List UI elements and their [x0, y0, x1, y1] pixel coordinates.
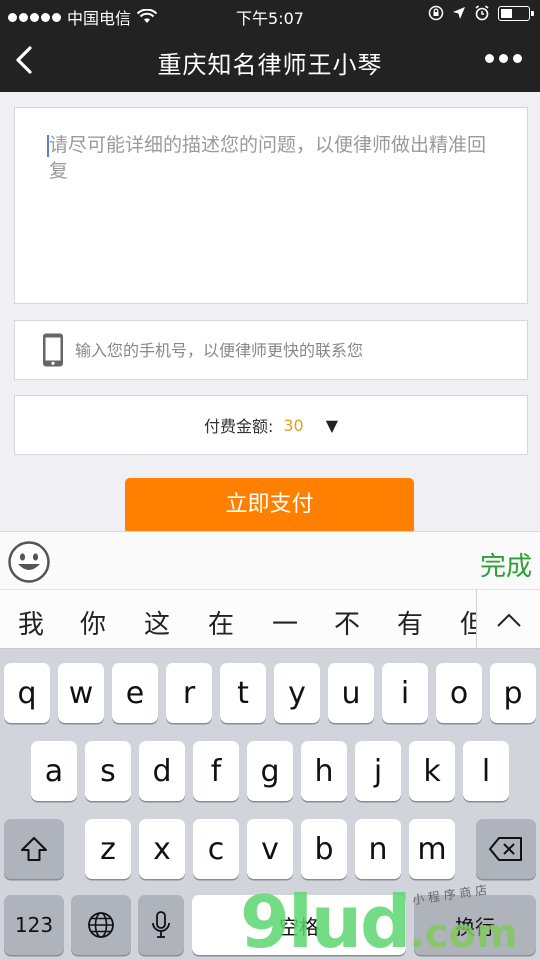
done-button[interactable]: 完成 [480, 546, 532, 583]
key-x[interactable]: x [139, 819, 185, 879]
numbers-key[interactable]: 123 [4, 895, 64, 955]
candidate-word[interactable]: 我 [18, 604, 44, 641]
chevron-up-icon [496, 613, 521, 627]
fee-amount: 30 [283, 415, 304, 435]
candidate-word[interactable]: 在 [208, 604, 234, 641]
key-l[interactable]: l [463, 741, 509, 801]
key-a[interactable]: a [31, 741, 77, 801]
nav-bar: 重庆知名律师王小琴 [0, 30, 540, 92]
watermark-suffix: .com [409, 911, 518, 957]
candidate-word[interactable]: 一 [272, 604, 298, 641]
key-h[interactable]: h [301, 741, 347, 801]
key-i[interactable]: i [382, 663, 428, 723]
key-m[interactable]: m [409, 819, 455, 879]
key-z[interactable]: z [85, 819, 131, 879]
dropdown-arrow-icon[interactable]: ▼ [326, 416, 338, 435]
pay-button[interactable]: 立即支付 [125, 478, 414, 534]
key-o[interactable]: o [436, 663, 482, 723]
globe-icon [88, 912, 114, 938]
emoji-icon[interactable] [8, 541, 50, 583]
key-t[interactable]: t [220, 663, 266, 723]
fee-selector[interactable]: 付费金额: 30 ▼ [14, 395, 528, 455]
alarm-icon [475, 5, 489, 21]
key-c[interactable]: c [193, 819, 239, 879]
key-u[interactable]: u [328, 663, 374, 723]
key-e[interactable]: e [112, 663, 158, 723]
question-input[interactable] [15, 108, 527, 303]
key-j[interactable]: j [355, 741, 401, 801]
expand-candidates-button[interactable] [476, 590, 540, 648]
question-box [14, 107, 528, 304]
key-w[interactable]: w [58, 663, 104, 723]
shift-key[interactable] [4, 819, 64, 879]
candidate-word[interactable]: 不 [334, 604, 360, 641]
microphone-key[interactable] [138, 895, 184, 955]
globe-key[interactable] [71, 895, 131, 955]
key-d[interactable]: d [139, 741, 185, 801]
key-p[interactable]: p [490, 663, 536, 723]
status-bar: 中国电信 下午5:07 [0, 0, 540, 30]
battery-icon [498, 5, 534, 21]
phone-input[interactable] [75, 321, 515, 379]
text-cursor [47, 135, 49, 157]
more-icon[interactable] [485, 54, 522, 63]
key-b[interactable]: b [301, 819, 347, 879]
candidate-word[interactable]: 有 [397, 604, 423, 641]
location-icon [453, 7, 465, 19]
watermark-text: 9lud [240, 880, 412, 960]
key-y[interactable]: y [274, 663, 320, 723]
key-k[interactable]: k [409, 741, 455, 801]
candidate-word[interactable]: 这 [144, 604, 170, 641]
orientation-lock-icon [428, 5, 444, 21]
backspace-key[interactable] [476, 819, 536, 879]
key-r[interactable]: r [166, 663, 212, 723]
phone-box [14, 320, 528, 380]
fee-label: 付费金额: [203, 417, 274, 436]
key-s[interactable]: s [85, 741, 131, 801]
status-right [428, 5, 534, 21]
key-q[interactable]: q [4, 663, 50, 723]
backspace-icon [489, 837, 522, 861]
microphone-icon [152, 911, 170, 938]
key-g[interactable]: g [247, 741, 293, 801]
page-title: 重庆知名律师王小琴 [157, 51, 383, 79]
key-f[interactable]: f [193, 741, 239, 801]
shift-icon [21, 837, 47, 861]
keyboard-toolbar: 完成 [0, 531, 540, 589]
key-n[interactable]: n [355, 819, 401, 879]
phone-icon [43, 333, 63, 367]
candidate-bar: 我 你 这 在 一 不 有 但 [0, 589, 540, 649]
candidate-word[interactable]: 你 [80, 604, 106, 641]
key-v[interactable]: v [247, 819, 293, 879]
